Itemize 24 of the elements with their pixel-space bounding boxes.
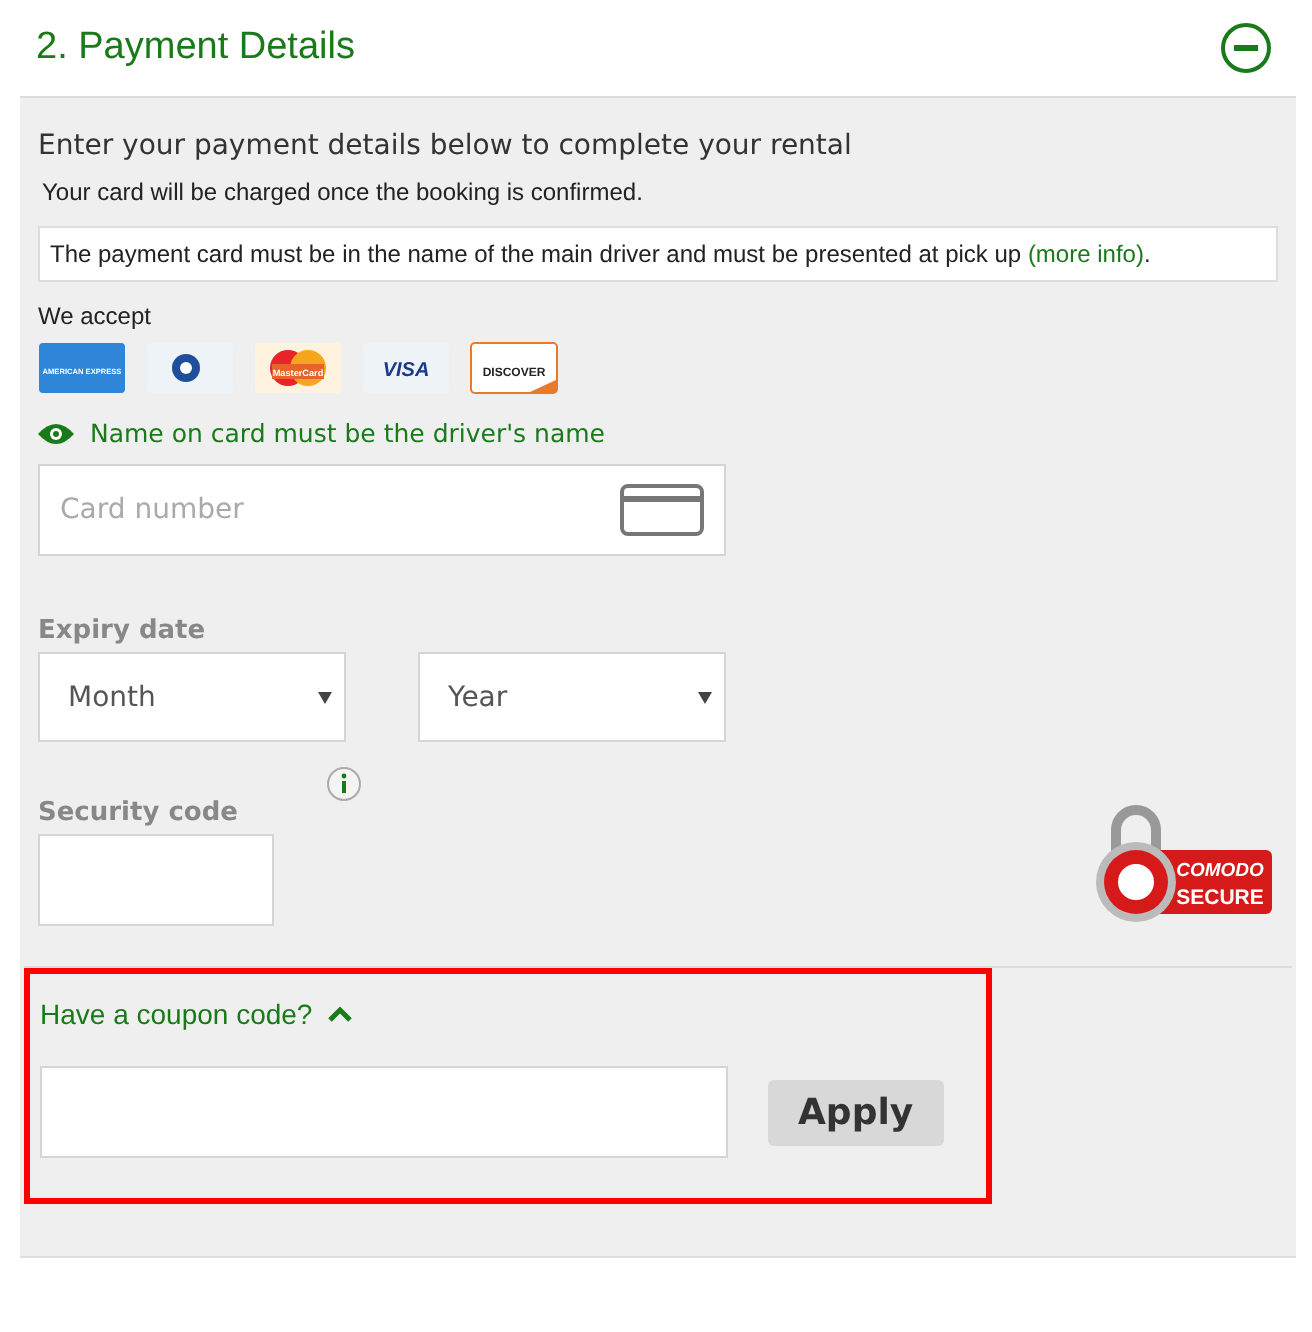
name-hint: Name on card must be the driver's name: [90, 418, 605, 448]
card-logo: VISA: [362, 342, 450, 394]
security-code-label: Security code: [38, 798, 238, 828]
eye-icon: [38, 421, 74, 445]
section-title: 2. Payment Details: [36, 26, 355, 70]
more-info-link[interactable]: (more info): [1027, 240, 1144, 268]
coupon-field[interactable]: [40, 1066, 728, 1158]
card-logo: [146, 342, 234, 394]
security-code-field[interactable]: [38, 834, 274, 926]
apply-button[interactable]: Apply: [768, 1079, 944, 1145]
credit-card-icon: [620, 484, 704, 536]
charge-note: Your card will be charged once the booking is confirmed.: [42, 178, 645, 206]
caret-icon: [318, 691, 332, 703]
intro-text: Enter your payment details below to complete your rental: [38, 130, 854, 162]
collapse-icon[interactable]: [1220, 22, 1272, 74]
caret-icon: [698, 691, 712, 703]
accepted-label: We accept: [38, 302, 153, 330]
driver-notice: The payment card must be in the name of the main driver and must be presented at pick up (more info).: [38, 226, 1278, 282]
expiry-label: Expiry date: [38, 616, 208, 646]
year-select[interactable]: Year: [418, 652, 726, 742]
secure-badge: COMODO SECURE: [1092, 802, 1272, 926]
month-select[interactable]: Month: [38, 652, 346, 742]
coupon-toggle[interactable]: Have a coupon code?: [40, 998, 353, 1030]
info-icon[interactable]: [325, 766, 362, 802]
